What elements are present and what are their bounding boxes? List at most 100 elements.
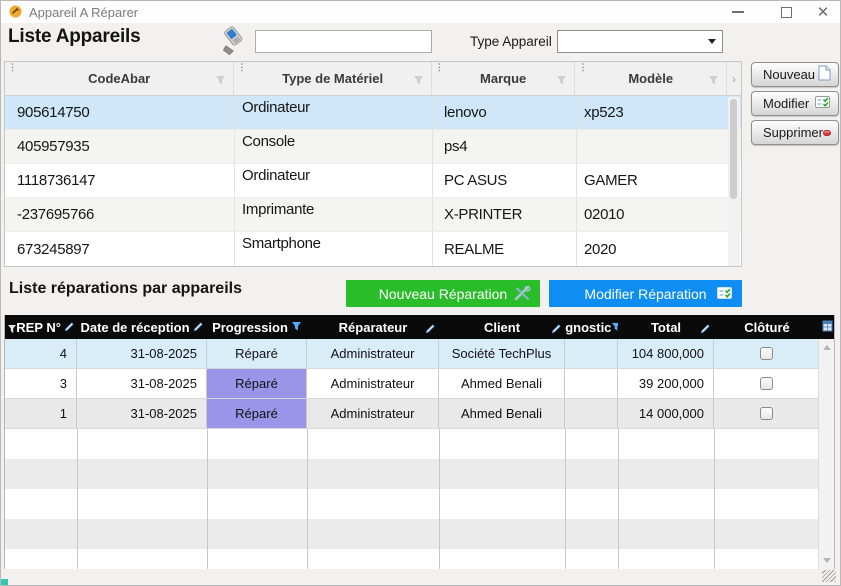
edit-checklist-icon (717, 286, 733, 300)
devices-table: ⋮ CodeAbar ⋮ Type de Matériel ⋮ Marque ⋮… (4, 61, 742, 267)
column-separator (307, 429, 308, 569)
modifier-reparation-button[interactable]: Modifier Réparation (549, 280, 742, 307)
delete-minus-icon (823, 130, 831, 136)
filter-icon-active[interactable] (611, 320, 618, 335)
column-header-marque[interactable]: ⋮ Marque (432, 62, 576, 95)
column-header-total[interactable]: Total (618, 315, 714, 339)
repair-row[interactable]: 3 31-08-2025 Réparé Administrateur Ahmed… (5, 369, 834, 399)
cell-codeabar: 1118736147 (5, 164, 235, 197)
column-header-codeabar[interactable]: ⋮ CodeAbar (5, 62, 234, 95)
cell-cloture (714, 399, 820, 428)
header-grid-icon-cell[interactable] (820, 315, 834, 339)
repairs-table-header: REP N° Date de réception Progression Rép… (5, 315, 834, 339)
column-header-date-reception[interactable]: Date de réception (77, 315, 207, 339)
repairs-scrollbar[interactable] (818, 339, 834, 569)
column-header-progression[interactable]: Progression (207, 315, 307, 339)
device-row[interactable]: -237695766 Imprimante X-PRINTER 02010 (5, 198, 741, 232)
cell-progression: Réparé (207, 339, 307, 368)
filter-icon-active[interactable] (291, 320, 302, 335)
new-document-icon (818, 65, 831, 84)
app-icon (9, 5, 22, 23)
cell-modele: 02010 (577, 198, 729, 231)
empty-row (5, 489, 820, 519)
edit-pencil-icon (700, 322, 711, 337)
cell-marque: PC ASUS (433, 164, 577, 197)
app-window: Appareil A Réparer ✕ Liste Appareils Typ… (0, 0, 841, 586)
cell-total: 104 800,000 (618, 339, 714, 368)
empty-row (5, 519, 820, 549)
column-header-diagnostic[interactable]: ignostic (565, 315, 618, 339)
column-separator (565, 429, 566, 569)
device-row[interactable]: 1118736147 Ordinateur PC ASUS GAMER (5, 164, 741, 198)
scroll-down-icon[interactable] (823, 558, 831, 563)
cell-progression-highlighted: Réparé (207, 369, 307, 398)
edit-pencil-icon (425, 322, 436, 337)
cell-diagnostic (565, 339, 618, 368)
supprimer-button[interactable]: Supprimer (751, 120, 839, 145)
maximize-button[interactable] (769, 1, 803, 23)
supprimer-button-label: Supprimer (763, 125, 823, 140)
filter-icon[interactable] (215, 74, 226, 89)
devices-scrollbar[interactable] (728, 97, 740, 266)
column-header-reparateur[interactable]: Réparateur (307, 315, 439, 339)
edit-checklist-icon (815, 95, 831, 112)
column-header-client[interactable]: Client (439, 315, 565, 339)
repairs-heading: Liste réparations par appareils (9, 280, 242, 298)
cell-date: 31-08-2025 (77, 339, 207, 368)
cell-modele: GAMER (577, 164, 729, 197)
maximize-icon (781, 7, 792, 18)
cloture-checkbox[interactable] (760, 347, 773, 360)
column-separator (77, 429, 78, 569)
devices-heading: Liste Appareils (8, 26, 141, 48)
filter-icon[interactable] (556, 74, 567, 89)
resize-grip[interactable] (822, 570, 836, 582)
cell-total: 39 200,000 (618, 369, 714, 398)
minimize-icon (732, 11, 744, 13)
column-overflow-chevron[interactable]: › (727, 62, 741, 95)
column-header-rep-no[interactable]: REP N° (5, 315, 77, 339)
barcode-search-input[interactable] (255, 30, 432, 53)
grid-table-icon (822, 320, 833, 335)
scrollbar-thumb[interactable] (730, 99, 737, 199)
cell-client: Ahmed Benali (439, 369, 565, 398)
modifier-button[interactable]: Modifier (751, 91, 839, 116)
scroll-up-icon[interactable] (823, 345, 831, 350)
empty-row (5, 429, 820, 459)
column-header-type-materiel[interactable]: ⋮ Type de Matériel (234, 62, 431, 95)
close-button[interactable]: ✕ (806, 1, 840, 23)
nouveau-button[interactable]: Nouveau (751, 62, 839, 87)
filter-icon[interactable] (8, 322, 16, 337)
cell-rep-no: 1 (5, 399, 77, 428)
column-header-modele[interactable]: ⋮ Modèle (575, 62, 727, 95)
filter-icon[interactable] (708, 74, 719, 89)
filter-icon[interactable] (413, 74, 424, 89)
cell-type: Imprimante (235, 198, 433, 231)
cell-reparateur: Administrateur (307, 399, 439, 428)
barcode-scanner-icon (219, 26, 251, 62)
devices-table-header: ⋮ CodeAbar ⋮ Type de Matériel ⋮ Marque ⋮… (5, 62, 741, 96)
cell-type: Ordinateur (235, 164, 433, 197)
device-row[interactable]: 405957935 Console ps4 (5, 130, 741, 164)
cell-modele: 2020 (577, 232, 729, 266)
cell-type: Smartphone (235, 232, 433, 266)
cloture-checkbox[interactable] (760, 407, 773, 420)
repair-row[interactable]: 1 31-08-2025 Réparé Administrateur Ahmed… (5, 399, 834, 429)
cell-cloture (714, 369, 820, 398)
column-header-cloture[interactable]: Clôturé (714, 315, 820, 339)
type-appareil-select[interactable] (557, 30, 723, 53)
cell-type: Console (235, 130, 433, 163)
tools-wrench-icon (514, 286, 531, 301)
device-row-selected[interactable]: 905614750 Ordinateur lenovo xp523 (5, 96, 741, 130)
repair-row-selected[interactable]: 4 31-08-2025 Réparé Administrateur Socié… (5, 339, 834, 369)
cell-marque: ps4 (433, 130, 577, 163)
cloture-checkbox[interactable] (760, 377, 773, 390)
modifier-reparation-label: Modifier Réparation (584, 286, 706, 302)
nouveau-reparation-button[interactable]: Nouveau Réparation (346, 280, 540, 307)
cell-marque: lenovo (433, 96, 577, 129)
device-row[interactable]: 673245897 Smartphone REALME 2020 (5, 232, 741, 266)
drag-handle-icon: ⋮ (237, 62, 246, 72)
edit-pencil-icon (64, 320, 75, 335)
column-separator (439, 429, 440, 569)
minimize-button[interactable] (721, 1, 755, 23)
desktop-corner (1, 579, 8, 585)
